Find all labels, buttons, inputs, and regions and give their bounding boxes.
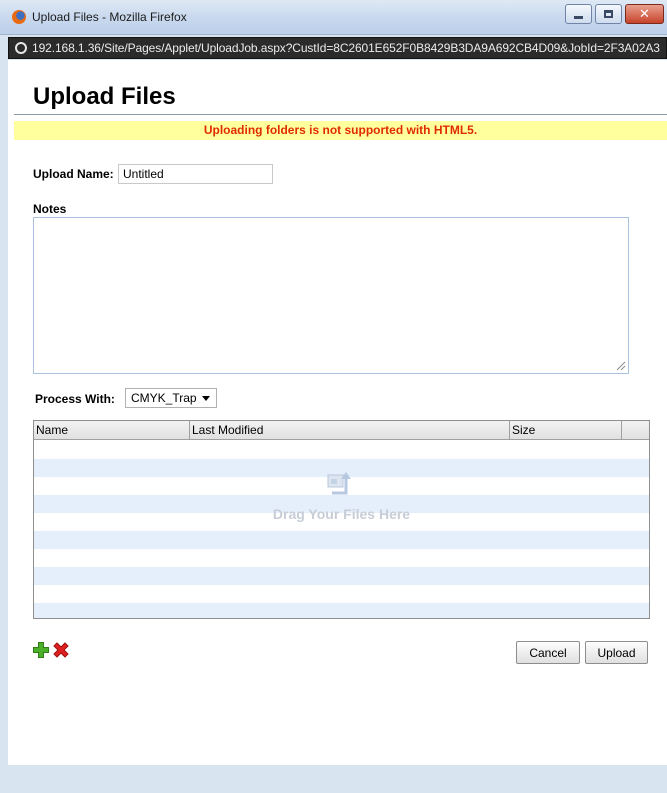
notes-textarea[interactable] <box>33 217 629 374</box>
notes-label: Notes <box>33 202 67 216</box>
cancel-button[interactable]: Cancel <box>516 641 580 664</box>
close-window-button[interactable]: ✕ <box>625 4 664 24</box>
html5-notice: Uploading folders is not supported with … <box>14 121 667 140</box>
address-url: 192.168.1.36/Site/Pages/Applet/UploadJob… <box>32 41 660 55</box>
close-icon: ✕ <box>639 6 650 22</box>
firefox-icon <box>12 10 26 24</box>
minimize-icon <box>574 15 583 19</box>
resize-grip-icon[interactable] <box>615 360 626 371</box>
upload-page: Upload Files Uploading folders is not su… <box>8 60 667 765</box>
column-header-last-modified[interactable]: Last Modified <box>190 421 510 439</box>
minimize-button[interactable] <box>565 4 592 24</box>
x-icon[interactable] <box>52 641 70 659</box>
plus-icon[interactable] <box>32 641 50 659</box>
maximize-icon <box>604 10 613 18</box>
address-bar[interactable]: 192.168.1.36/Site/Pages/Applet/UploadJob… <box>8 37 667 59</box>
column-header-extra <box>622 421 649 439</box>
window-title: Upload Files - Mozilla Firefox <box>32 10 187 24</box>
process-with-select[interactable]: CMYK_Trap <box>125 388 217 408</box>
chevron-down-icon <box>202 396 210 401</box>
process-with-label: Process With: <box>35 392 115 406</box>
upload-image-icon <box>327 472 351 495</box>
page-title: Upload Files <box>33 83 176 110</box>
column-header-size[interactable]: Size <box>510 421 622 439</box>
column-header-name[interactable]: Name <box>34 421 190 439</box>
globe-icon <box>15 42 27 54</box>
drop-hint: Drag Your Files Here <box>272 506 411 522</box>
file-list-grid[interactable]: Name Last Modified Size Drag Your Files … <box>33 420 650 619</box>
file-drop-zone[interactable]: Drag Your Files Here <box>34 441 649 617</box>
window-titlebar[interactable]: Upload Files - Mozilla Firefox ✕ <box>0 0 667 35</box>
process-selected-value: CMYK_Trap <box>131 391 197 405</box>
upload-name-input[interactable] <box>118 164 273 184</box>
title-divider <box>14 114 667 115</box>
upload-name-label: Upload Name: <box>33 167 114 181</box>
maximize-button[interactable] <box>595 4 622 24</box>
upload-button[interactable]: Upload <box>585 641 648 664</box>
grid-header: Name Last Modified Size <box>34 421 649 440</box>
